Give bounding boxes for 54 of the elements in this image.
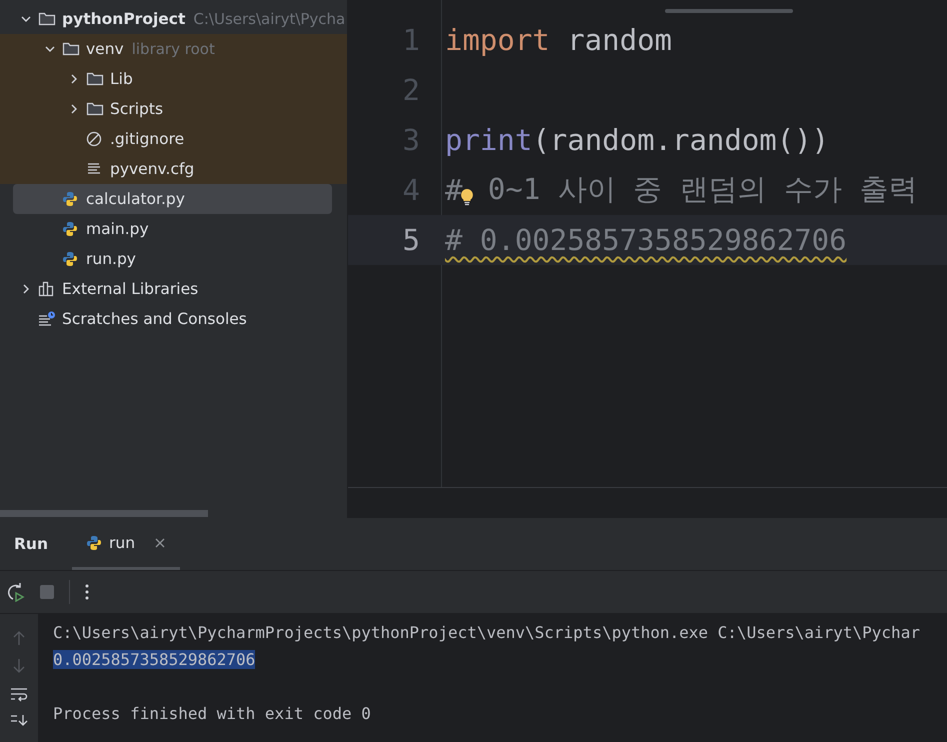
tree-item[interactable]: run.py [0,244,347,274]
tree-item-label: External Libraries [62,280,198,298]
folder-icon [86,71,104,87]
soft-wrap-icon[interactable] [10,686,28,702]
run-tab[interactable]: run [72,518,180,570]
library-icon [38,281,56,297]
rerun-icon[interactable] [5,582,25,602]
console-line: C:\Users\airyt\PycharmProjects\pythonProject\venv\Scripts\python.exe C:\Users\airyt\Pychar [53,623,920,642]
code-token: import [445,23,550,57]
tree-item[interactable]: .gitignore [0,124,347,154]
scroll-to-end-icon[interactable] [10,714,28,726]
close-icon[interactable] [154,536,166,548]
tree-item-label: .gitignore [110,130,184,148]
folder-icon [62,41,80,57]
tree-item[interactable]: calculator.py [13,184,332,214]
tree-item-label: calculator.py [86,190,185,208]
tree-item-label: run.py [86,250,136,268]
line-number: 5 [402,223,420,257]
tree-item[interactable]: External Libraries [0,274,347,304]
folder-icon [38,11,56,27]
tree-item[interactable]: pythonProject C:\Users\airyt\Pycha [0,4,347,34]
scratches-icon [38,311,56,327]
code-token: random [566,23,672,57]
tree-item-hint: C:\Users\airyt\Pycha [193,10,346,28]
python-icon [86,534,102,550]
python-icon [62,221,78,237]
tree-item[interactable]: Lib [0,64,347,94]
more-icon[interactable] [84,583,90,601]
python-icon [62,191,78,207]
tree-item[interactable]: pyvenv.cfg [0,154,347,184]
python-icon [62,251,78,267]
tree-item-label: Scripts [110,100,164,118]
tree-item-label: pythonProject [62,10,186,28]
tree-item-label: Lib [110,70,133,88]
console-line: Process finished with exit code 0 [53,704,371,723]
scrollbar-thumb[interactable] [0,510,208,516]
tree-item-label: venv [86,40,124,58]
tree-item-label: pyvenv.cfg [110,160,194,178]
tree-item-label: main.py [86,220,149,238]
code-token: print [445,123,532,157]
code-token: # 0.0025857358529862706 [445,223,847,257]
tree-item[interactable]: main.py [0,214,347,244]
code-token: 0~1 사이 중 랜덤의 수가 출력 [486,171,918,208]
scrollbar-thumb[interactable] [665,9,793,13]
tree-item-hint: library root [132,40,215,58]
tree-item-label: Scratches and Consoles [62,310,247,328]
blocked-icon [86,131,102,147]
folder-icon [86,101,104,117]
tree-item[interactable]: Scripts [0,94,347,124]
code-token: # [445,173,462,207]
panel-title: Run [14,535,48,553]
code-token: (random.random()) [532,123,830,157]
tree-item[interactable]: Scratches and Consoles [0,304,347,334]
tree-item[interactable]: venv library root [0,34,347,64]
